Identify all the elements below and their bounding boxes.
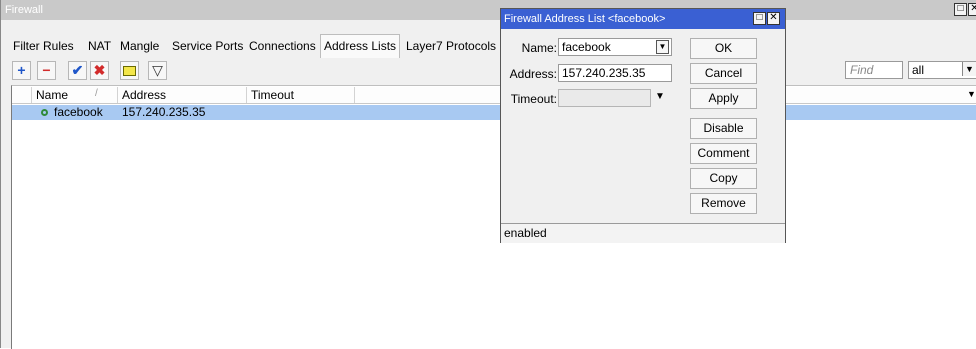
tab-mangle[interactable]: Mangle — [120, 37, 159, 57]
minus-icon: − — [42, 62, 51, 78]
column-header-timeout[interactable]: Timeout — [247, 87, 355, 103]
maximize-icon[interactable]: □ — [954, 3, 967, 16]
dialog-titlebar[interactable]: Firewall Address List <facebook> □ ✕ — [501, 9, 785, 29]
comment-button[interactable]: Comment — [690, 143, 757, 164]
timeout-field — [558, 89, 651, 107]
name-field[interactable]: facebook ▼ — [558, 38, 672, 56]
remove-button[interactable]: Remove — [690, 193, 757, 214]
sort-indicator: / — [95, 88, 98, 99]
cancel-button[interactable]: Cancel — [690, 63, 757, 84]
tab-address-lists[interactable]: Address Lists — [320, 34, 401, 58]
column-header-address[interactable]: Address — [118, 87, 247, 103]
filter-icon: ▽ — [152, 62, 163, 78]
dynamic-entry-icon — [41, 109, 48, 116]
enable-button[interactable]: ✔ — [68, 61, 87, 80]
comment-button[interactable] — [120, 61, 139, 80]
maximize-icon[interactable]: □ — [753, 12, 766, 25]
plus-icon: + — [17, 62, 26, 78]
cell-name: facebook — [54, 105, 103, 119]
tab-service-ports[interactable]: Service Ports — [172, 37, 243, 57]
column-header-name[interactable]: Name — [32, 87, 118, 103]
tab-layer7-protocols[interactable]: Layer7 Protocols — [406, 37, 496, 57]
address-label: Address: — [509, 67, 557, 81]
chevron-down-icon[interactable]: ▼ — [656, 40, 669, 54]
address-field[interactable]: 157.240.235.35 — [558, 64, 672, 82]
name-label: Name: — [521, 41, 557, 55]
window-titlebar[interactable]: Firewall □ ✕ — [1, 0, 976, 20]
chevron-down-icon[interactable]: ▼ — [962, 62, 976, 76]
table-header: Name / Address Timeout ▼ — [12, 87, 976, 104]
column-header-flag — [12, 87, 32, 103]
check-icon: ✔ — [71, 62, 84, 78]
tab-filter-rules[interactable]: Filter Rules — [13, 37, 74, 57]
filter-button[interactable]: ▽ — [148, 61, 167, 80]
find-input[interactable]: Find — [845, 61, 903, 79]
close-icon[interactable]: ✕ — [968, 3, 976, 16]
tab-connections[interactable]: Connections — [249, 37, 316, 57]
chevron-down-icon[interactable]: ▼ — [967, 89, 976, 99]
ok-button[interactable]: OK — [690, 38, 757, 59]
address-list-table[interactable]: Name / Address Timeout ▼ facebook 157.24… — [11, 85, 976, 349]
table-row[interactable]: facebook 157.240.235.35 — [12, 105, 976, 120]
address-value: 157.240.235.35 — [562, 66, 646, 80]
disable-button[interactable]: ✖ — [90, 61, 109, 80]
add-button[interactable]: + — [12, 61, 31, 80]
x-icon: ✖ — [93, 62, 106, 78]
status-text: enabled — [504, 226, 547, 240]
note-icon — [123, 66, 136, 76]
tab-nat[interactable]: NAT — [88, 37, 111, 57]
timeout-label: Timeout: — [510, 92, 557, 106]
name-value: facebook — [562, 40, 611, 54]
close-icon[interactable]: ✕ — [767, 12, 780, 25]
address-list-dialog: Firewall Address List <facebook> □ ✕ Nam… — [500, 8, 786, 243]
apply-button[interactable]: Apply — [690, 88, 757, 109]
remove-button[interactable]: − — [37, 61, 56, 80]
status-bar: enabled — [501, 223, 785, 243]
chevron-down-icon[interactable]: ▼ — [655, 91, 665, 102]
dialog-title: Firewall Address List <facebook> — [504, 13, 666, 25]
copy-button[interactable]: Copy — [690, 168, 757, 189]
window-title: Firewall — [5, 4, 43, 16]
cell-address: 157.240.235.35 — [122, 105, 206, 119]
firewall-window: Firewall □ ✕ Filter Rules NAT Mangle Ser… — [0, 0, 976, 349]
disable-button[interactable]: Disable — [690, 118, 757, 139]
